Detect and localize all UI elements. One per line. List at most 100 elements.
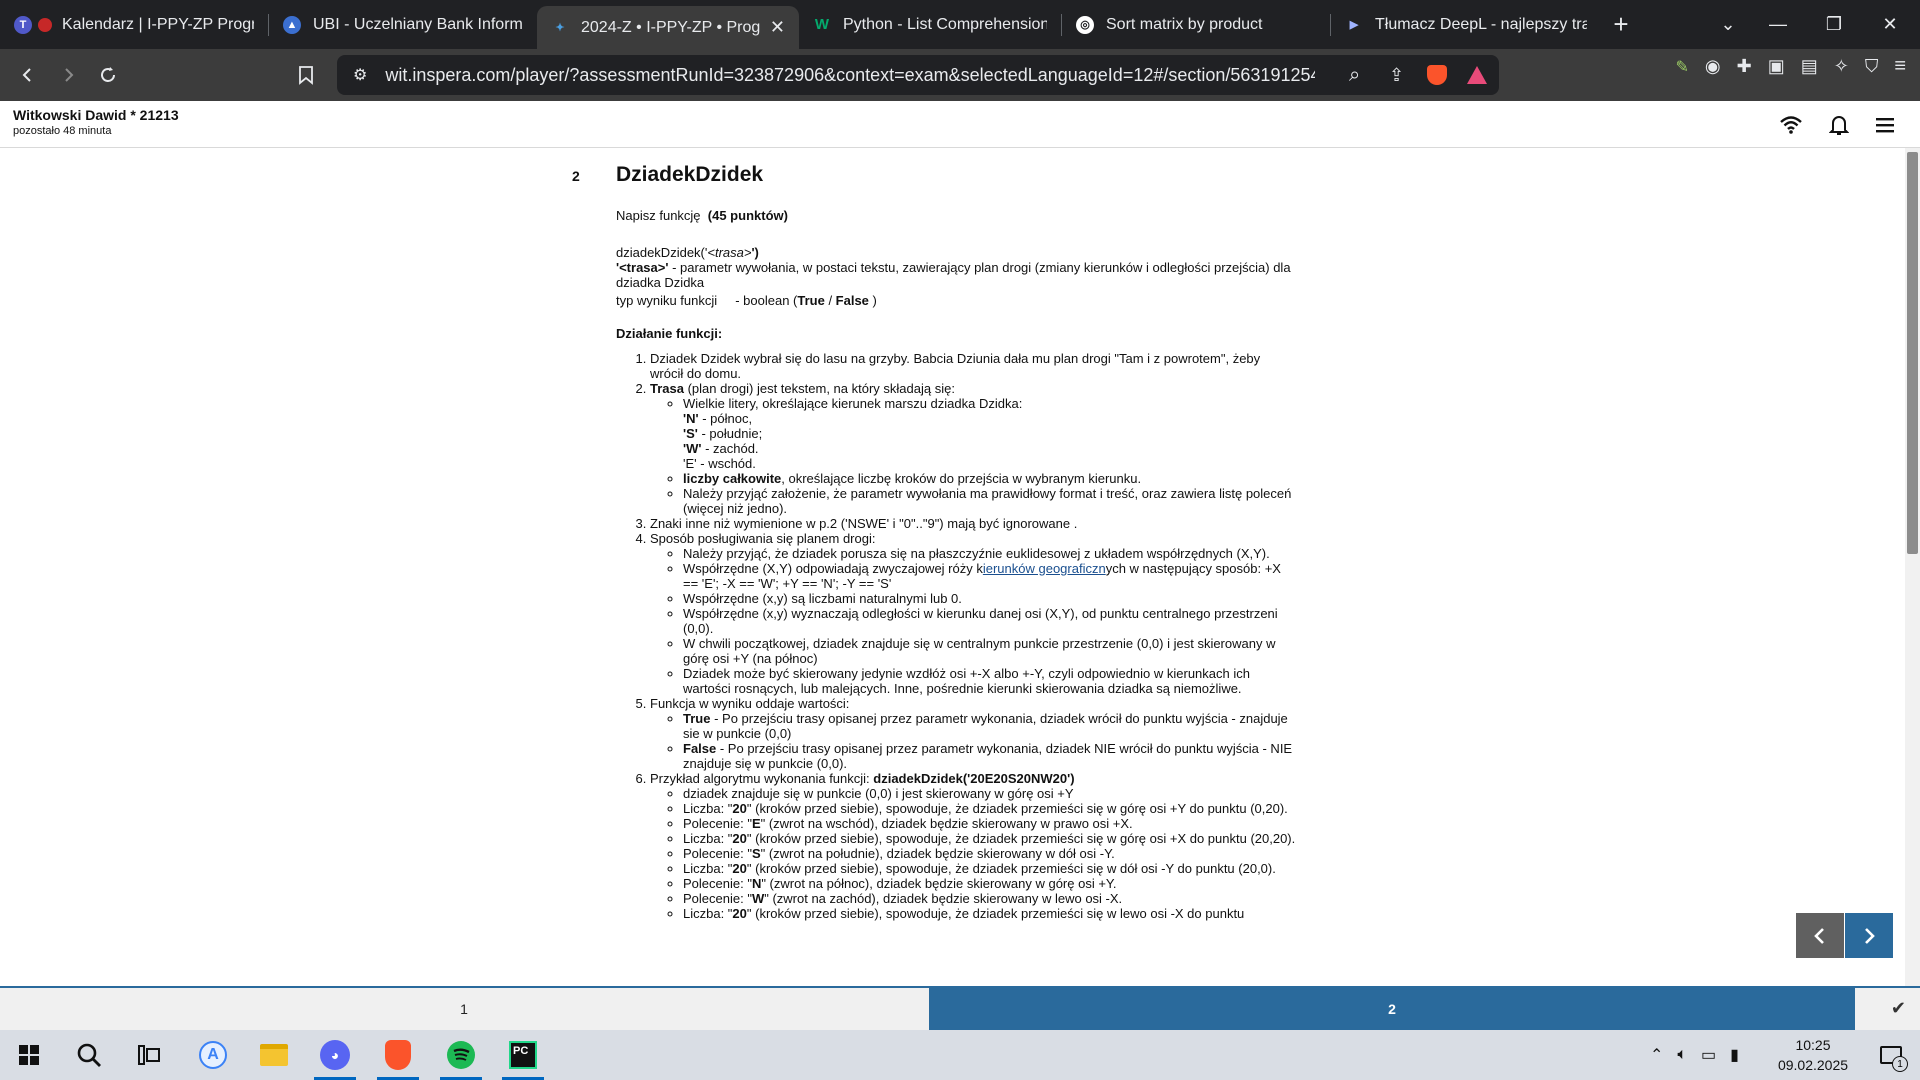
bookmark-icon[interactable] xyxy=(286,55,326,95)
signature-part: dziadekDzidek(' xyxy=(616,245,708,260)
chevron-up-icon[interactable]: ⌃ xyxy=(1650,1045,1663,1065)
extension-avatar-icon[interactable]: ◉ xyxy=(1705,56,1721,77)
file-explorer-button[interactable] xyxy=(245,1030,303,1080)
heading-text: Działanie funkcji: xyxy=(616,326,723,341)
question-nav-item[interactable]: 1 xyxy=(0,988,928,1030)
tab-python[interactable]: W Python - List Comprehension xyxy=(799,0,1061,49)
item-text: Polecenie: " xyxy=(683,816,752,831)
site-settings-icon[interactable]: ⚙ xyxy=(353,65,367,85)
app-icon-a[interactable]: A xyxy=(184,1030,242,1080)
item-text: dziadek znajduje się w punkcie (0,0) i j… xyxy=(683,786,1074,801)
sub-list: Należy przyjąć, że dziadek porusza się n… xyxy=(683,546,1296,696)
item-text: " (zwrot na północ), dziadek będzie skie… xyxy=(761,876,1117,891)
forward-button[interactable] xyxy=(48,55,88,95)
notifications-button[interactable]: 1 xyxy=(1862,1030,1920,1080)
next-question-button[interactable] xyxy=(1845,913,1893,958)
checkmark-icon[interactable]: ✔ xyxy=(1891,998,1906,1019)
item-text: Należy przyjąć założenie, że parametr wy… xyxy=(683,486,1292,516)
task-view-button[interactable] xyxy=(120,1030,178,1080)
list-item: Polecenie: "W" (zwrot na zachód), dziade… xyxy=(683,891,1296,906)
restore-button[interactable]: ❐ xyxy=(1806,0,1862,49)
list-item: False - Po przejściu trasy opisanej prze… xyxy=(683,741,1296,771)
tab-ubi[interactable]: ▲ UBI - Uczelniany Bank Informac xyxy=(269,0,537,49)
tab-title: UBI - Uczelniany Bank Informac xyxy=(313,15,523,33)
param-desc: - parametr wywołania, w postaci tekstu, … xyxy=(616,260,1291,290)
zoom-icon[interactable]: ⌕ xyxy=(1349,64,1360,87)
return-false: False xyxy=(835,293,869,308)
pycharm-button[interactable]: PC xyxy=(494,1030,552,1080)
discord-button[interactable]: ◕ xyxy=(306,1030,364,1080)
question-navigator: 1 2 ✔ xyxy=(0,986,1920,1030)
direction-text: - północ, xyxy=(698,411,753,426)
question-content: 2 DziadekDzidek Napisz funkcję (45 punkt… xyxy=(0,148,1905,986)
tab-title: 2024-Z • I-PPY-ZP • Progra xyxy=(581,18,760,36)
item-text: Sposób posługiwania się planem drogi: xyxy=(650,531,876,546)
item-text: Przykład algorytmu wykonania funkcji: xyxy=(650,771,874,786)
recording-icon xyxy=(38,17,52,32)
close-tab-icon[interactable]: ✕ xyxy=(760,17,785,38)
list-item: Polecenie: "N" (zwrot na północ), dziade… xyxy=(683,876,1296,891)
spotify-button[interactable] xyxy=(432,1030,490,1080)
item-text: Współrzędne (X,Y) odpowiadają zwyczajowe… xyxy=(683,561,983,576)
puzzle-icon[interactable]: ✚ xyxy=(1737,56,1752,77)
list-item: Dziadek może być skierowany jedynie wzdł… xyxy=(683,666,1296,696)
bell-icon[interactable] xyxy=(1825,111,1853,139)
question-number: 2 xyxy=(572,168,580,184)
item-bold: dziadekDzidek('20E20S20NW20') xyxy=(873,771,1075,786)
system-clock[interactable]: 10:25 09.02.2025 xyxy=(1768,1035,1858,1075)
address-bar[interactable]: ⚙ wit.inspera.com/player/?assessmentRunI… xyxy=(337,55,1499,95)
wallet-icon[interactable]: ▤ xyxy=(1801,56,1818,77)
scrollbar-thumb[interactable] xyxy=(1907,152,1918,554)
tab-sort-matrix[interactable]: ◎ Sort matrix by product xyxy=(1062,0,1330,49)
wifi-icon[interactable] xyxy=(1777,111,1805,139)
return-text: ) xyxy=(868,293,877,308)
instructions-list: Dziadek Dzidek wybrał się do lasu na grz… xyxy=(650,351,1296,921)
direction-text: - wschód. xyxy=(696,456,756,471)
direction-key: 'S' xyxy=(683,426,698,441)
list-item: Liczba: "20" (kroków przed siebie), spow… xyxy=(683,906,1296,921)
brave-rewards-icon[interactable] xyxy=(1467,66,1487,84)
sidebar-icon[interactable]: ▣ xyxy=(1768,56,1785,77)
list-item: Należy przyjąć założenie, że parametr wy… xyxy=(683,486,1296,516)
list-item: dziadek znajduje się w punkcie (0,0) i j… xyxy=(683,786,1296,801)
tab-deepl[interactable]: ▶ Tłumacz DeepL - najlepszy tran xyxy=(1331,0,1601,49)
item-text: Współrzędne (x,y) wyznaczają odległości … xyxy=(683,606,1278,636)
leo-ai-icon[interactable]: ✧ xyxy=(1834,56,1849,77)
new-tab-button[interactable]: + xyxy=(1601,9,1641,40)
start-button[interactable] xyxy=(0,1030,58,1080)
tab-inspera-active[interactable]: ✦ 2024-Z • I-PPY-ZP • Progra ✕ xyxy=(537,6,799,49)
minimize-button[interactable]: — xyxy=(1750,0,1806,49)
share-icon[interactable]: ⇪ xyxy=(1389,65,1404,86)
previous-question-button[interactable] xyxy=(1796,913,1844,958)
task-view-icon xyxy=(138,1045,160,1065)
battery-icon[interactable]: ▮ xyxy=(1730,1045,1739,1065)
list-item: Liczba: "20" (kroków przed siebie), spow… xyxy=(683,861,1296,876)
item-text: Współrzędne (x,y) są liczbami naturalnym… xyxy=(683,591,962,606)
brave-shields-icon[interactable] xyxy=(1427,65,1447,85)
tab-search-icon[interactable]: ⌄ xyxy=(1700,0,1756,49)
pen-extension-icon[interactable]: ✎ xyxy=(1675,57,1688,77)
vpn-icon[interactable]: ⛉ xyxy=(1865,56,1879,77)
network-icon[interactable]: ▭ xyxy=(1701,1045,1716,1065)
volume-icon[interactable]: 🔈︎ xyxy=(1677,1046,1687,1064)
w3schools-icon: W xyxy=(814,16,830,33)
list-item: Przykład algorytmu wykonania funkcji: dz… xyxy=(650,771,1296,921)
direction-text: - zachód. xyxy=(701,441,759,456)
question-nav-item-active[interactable]: 2 xyxy=(929,988,1855,1030)
hamburger-menu-icon[interactable] xyxy=(1871,111,1899,139)
tab-kalendarz[interactable]: T Kalendarz | I-PPY-ZP Progra xyxy=(0,0,268,49)
list-item: Liczba: "20" (kroków przed siebie), spow… xyxy=(683,831,1296,846)
tab-title: Python - List Comprehension xyxy=(843,15,1047,33)
item-text: Polecenie: " xyxy=(683,876,752,891)
tab-title: Sort matrix by product xyxy=(1106,15,1263,33)
brave-button[interactable] xyxy=(369,1030,427,1080)
item-text: Należy przyjąć, że dziadek porusza się n… xyxy=(683,546,1270,561)
list-item: Współrzędne (x,y) wyznaczają odległości … xyxy=(683,606,1296,636)
menu-icon[interactable]: ≡ xyxy=(1894,55,1906,78)
back-button[interactable] xyxy=(8,55,48,95)
reload-button[interactable] xyxy=(88,55,128,95)
close-window-button[interactable]: ✕ xyxy=(1862,0,1918,49)
url-text[interactable]: wit.inspera.com/player/?assessmentRunId=… xyxy=(385,65,1315,86)
search-button[interactable] xyxy=(60,1030,118,1080)
geographic-directions-link[interactable]: ierunków geograficzn xyxy=(983,561,1106,576)
